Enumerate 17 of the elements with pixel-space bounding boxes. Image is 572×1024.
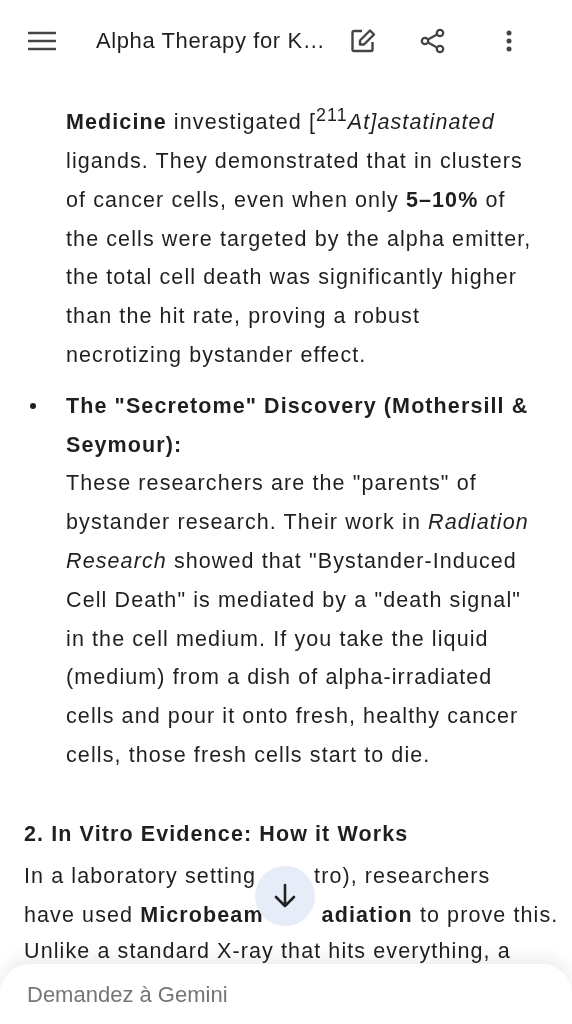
arrow-down-icon xyxy=(273,882,297,909)
menu-icon[interactable] xyxy=(28,31,56,51)
text-fragment: have used Microbeam xyxy=(24,901,264,929)
share-icon[interactable] xyxy=(420,28,446,54)
bullet-heading: The "Secretome" Discovery (Mothersill & Seymour): xyxy=(66,392,530,459)
section-heading: 2. In Vitro Evidence: How it Works xyxy=(24,820,410,848)
paragraph: Medicine investigated [$^{211}$At]astatinated ligands. They demonstrated that in clusters of cancer cells, even when only 5–10% of the cells were targeted by the alpha emitter, the total cell death was significantly higher than the hit rate, proving a robust necrotizing bystander effect. xyxy=(65,104,533,369)
text-fragment: adiation to prove this. xyxy=(321,901,559,929)
chat-title: Alpha Therapy for K… xyxy=(96,28,327,54)
paragraph: These researchers are the "parents" of bystander research. Their work in Radiation Research showed that "Bystander-Induced Cell Death" is mediated by a "death signal" in the cell medium. If you take the liquid (medium) from a dish of alpha-irradiated cells and pour it onto fresh, healthy cancer cells, those fresh cells start to die. xyxy=(66,470,530,769)
text-fragment: tro), researchers xyxy=(314,862,491,890)
edit-icon[interactable] xyxy=(350,28,376,54)
bullet-icon xyxy=(30,402,36,409)
more-icon[interactable] xyxy=(506,30,512,52)
prompt-input[interactable]: Demandez à Gemini xyxy=(27,982,507,1008)
text-fragment: In a laboratory setting xyxy=(24,862,257,890)
paragraph: Unlike a standard X-ray that hits everything, a xyxy=(24,939,511,964)
